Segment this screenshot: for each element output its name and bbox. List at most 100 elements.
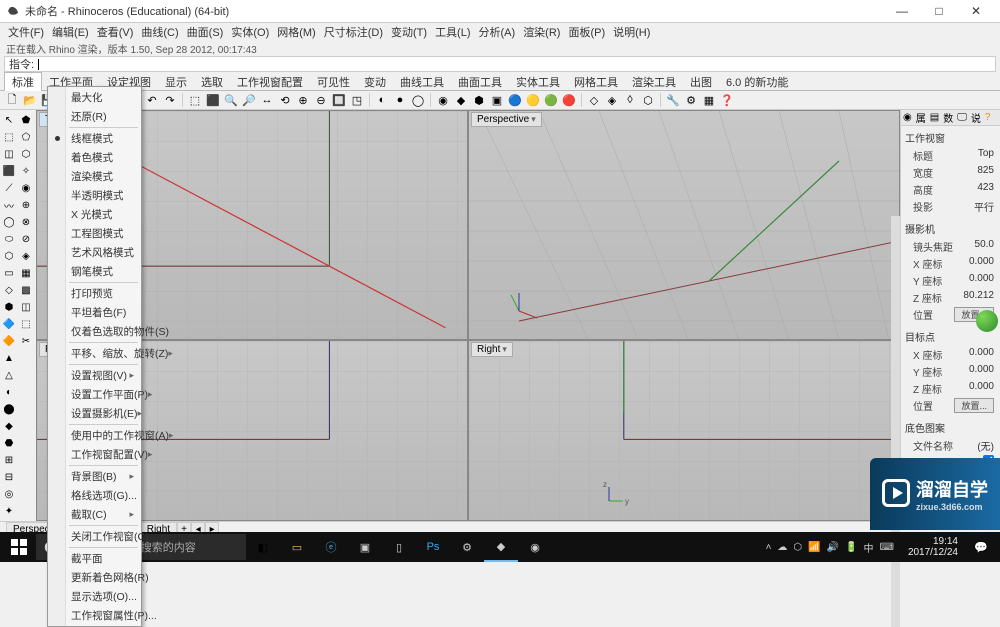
properties-tabs[interactable]: ◉ 属 ▤ 数 🖵 说 ? <box>901 110 1000 126</box>
tool-button[interactable]: ⬚ <box>1 129 17 145</box>
toolbar-button[interactable]: ◆ <box>453 92 469 108</box>
context-menu-item[interactable]: 还原(R) <box>49 107 140 126</box>
close-button[interactable]: ✕ <box>958 1 994 21</box>
context-menu-item[interactable]: 设置视图(V)▸ <box>49 366 140 385</box>
toolbar-tabs[interactable]: 标准工作平面设定视图显示选取工作视窗配置可见性变动曲线工具曲面工具实体工具网格工… <box>0 73 1000 91</box>
tool-button[interactable]: ◈ <box>18 248 34 264</box>
tool-button[interactable]: ◯ <box>1 214 17 230</box>
tool-button[interactable]: ◎ <box>1 486 17 502</box>
toolbar-button[interactable]: ◳ <box>349 92 365 108</box>
tab-item[interactable]: 出图 <box>683 73 719 91</box>
menu-item[interactable]: 分析(A) <box>475 23 520 41</box>
menu-item[interactable]: 实体(O) <box>227 23 273 41</box>
tool-button[interactable]: ⊟ <box>1 469 17 485</box>
menu-item[interactable]: 曲面(S) <box>183 23 228 41</box>
menu-bar[interactable]: 文件(F)编辑(E)查看(V)曲线(C)曲面(S)实体(O)网格(M)尺寸标注(… <box>0 23 1000 41</box>
secondary-sidebar[interactable] <box>891 216 900 627</box>
context-menu-item[interactable]: 最大化 <box>49 88 140 107</box>
task-explorer-icon[interactable]: ▭ <box>280 532 314 562</box>
context-menu-item[interactable]: 平移、缩放、旋转(Z)▸ <box>49 344 140 363</box>
tab-item[interactable]: 曲面工具 <box>451 73 509 91</box>
tool-button[interactable]: ▲ <box>1 350 17 366</box>
tab-properties-icon[interactable]: ◉ <box>903 112 912 123</box>
tray-chevron-icon[interactable]: ˄ <box>766 542 772 553</box>
toolbar-button[interactable]: ◉ <box>435 92 451 108</box>
tray-keyboard-icon[interactable]: ⌨ <box>880 542 894 553</box>
toolbar-button[interactable]: 🔲 <box>331 92 347 108</box>
toolbar-button[interactable]: 🔵 <box>507 92 523 108</box>
menu-item[interactable]: 查看(V) <box>93 23 138 41</box>
tool-button[interactable]: 〰 <box>1 197 17 213</box>
tab-item[interactable]: 选取 <box>194 73 230 91</box>
tool-button[interactable]: ✂ <box>18 333 34 349</box>
toolbar-button[interactable]: ↷ <box>162 92 178 108</box>
toolbar-button[interactable]: 🔴 <box>561 92 577 108</box>
task-settings-icon[interactable]: ⚙ <box>450 532 484 562</box>
viewport-label-perspective[interactable]: Perspective▾ <box>471 112 542 127</box>
tool-button[interactable]: ▭ <box>1 265 17 281</box>
tool-button[interactable]: ◇ <box>1 282 17 298</box>
tool-button[interactable]: ⬠ <box>18 129 34 145</box>
context-menu-item[interactable]: 艺术风格模式 <box>49 243 140 262</box>
tray-battery-icon[interactable]: 🔋 <box>845 542 857 553</box>
tab-item[interactable]: 6.0 的新功能 <box>719 73 795 91</box>
help-bubble-icon[interactable] <box>976 310 998 332</box>
tool-button[interactable]: ◫ <box>1 146 17 162</box>
toolbar-button[interactable]: ⬡ <box>640 92 656 108</box>
task-store-icon[interactable]: ▯ <box>382 532 416 562</box>
toolbar-button[interactable]: ⚙ <box>683 92 699 108</box>
tool-button[interactable]: 🔷 <box>1 316 17 332</box>
tool-button[interactable]: ⊞ <box>1 452 17 468</box>
left-toolbox[interactable]: ↖⬚◫⬛⟋〰◯⬭⬡▭◇⬢🔷🔶▲△◐⬤◆⬣⊞⊟◎✦⬟⬠⬡✧◉⊕⊗⊘◈▦▩◫⬚✂ <box>0 110 36 521</box>
context-menu-item[interactable]: 关闭工作视窗(C) <box>49 527 140 546</box>
toolbar-button[interactable]: ◊ <box>622 92 638 108</box>
menu-item[interactable]: 编辑(E) <box>48 23 93 41</box>
toolbar-button[interactable]: ⊖ <box>313 92 329 108</box>
menu-item[interactable]: 文件(F) <box>4 23 48 41</box>
toolbar-button[interactable]: ◐ <box>374 92 390 108</box>
tray-volume-icon[interactable]: 🔊 <box>827 542 839 553</box>
toolbar-button[interactable]: 🗋 <box>4 92 20 108</box>
context-menu-item[interactable]: 钢笔模式 <box>49 262 140 281</box>
tab-item[interactable]: 渲染工具 <box>625 73 683 91</box>
tool-button[interactable]: ⬟ <box>18 112 34 128</box>
tool-button[interactable]: ⬣ <box>1 435 17 451</box>
context-menu-item[interactable]: 截取(C)▸ <box>49 505 140 524</box>
context-menu-item[interactable]: 截平面 <box>49 549 140 568</box>
tool-button[interactable]: ✧ <box>18 163 34 179</box>
context-menu-item[interactable]: 工作视窗属性(P)... <box>49 606 140 625</box>
menu-item[interactable]: 面板(P) <box>564 23 609 41</box>
minimize-button[interactable]: — <box>884 1 920 21</box>
tray-ime-icon[interactable]: 中 <box>864 540 874 555</box>
viewport-context-menu[interactable]: 最大化还原(R)线框模式着色模式渲染模式半透明模式X 光模式工程图模式艺术风格模… <box>47 86 142 627</box>
toolbar-button[interactable]: ● <box>392 92 408 108</box>
task-app1-icon[interactable]: ▣ <box>348 532 382 562</box>
tab-display-icon[interactable]: 🖵 <box>957 112 967 123</box>
property-button[interactable]: 放置... <box>954 398 994 413</box>
viewport-right[interactable]: Right▾ yz <box>468 340 900 521</box>
tool-button[interactable]: 🔶 <box>1 333 17 349</box>
menu-item[interactable]: 曲线(C) <box>137 23 182 41</box>
context-menu-item[interactable]: 着色模式 <box>49 148 140 167</box>
tool-button[interactable]: △ <box>1 367 17 383</box>
tool-button[interactable]: ◉ <box>18 180 34 196</box>
menu-item[interactable]: 渲染(R) <box>519 23 564 41</box>
viewport-perspective[interactable]: Perspective▾ <box>468 110 900 340</box>
toolbar-button[interactable]: ▦ <box>701 92 717 108</box>
tab-item[interactable]: 曲线工具 <box>393 73 451 91</box>
toolbar-button[interactable]: ⬚ <box>187 92 203 108</box>
tab-help-icon[interactable]: ? <box>985 112 991 123</box>
toolbar-button[interactable]: 🟢 <box>543 92 559 108</box>
toolbar-button[interactable]: 🟡 <box>525 92 541 108</box>
context-menu-item[interactable]: 线框模式 <box>49 129 140 148</box>
tab-item[interactable]: 工作视窗配置 <box>230 73 310 91</box>
tool-button[interactable]: ▦ <box>18 265 34 281</box>
notification-icon[interactable]: 💬 <box>964 532 998 562</box>
tool-button[interactable]: ↖ <box>1 112 17 128</box>
tray-defender-icon[interactable]: ⬡ <box>793 542 802 553</box>
toolbar-button[interactable]: ↶ <box>144 92 160 108</box>
tool-button[interactable]: ⬡ <box>18 146 34 162</box>
toolbar-button[interactable]: ◯ <box>410 92 426 108</box>
toolbar-button[interactable]: ⬛ <box>205 92 221 108</box>
tab-item[interactable]: 变动 <box>357 73 393 91</box>
